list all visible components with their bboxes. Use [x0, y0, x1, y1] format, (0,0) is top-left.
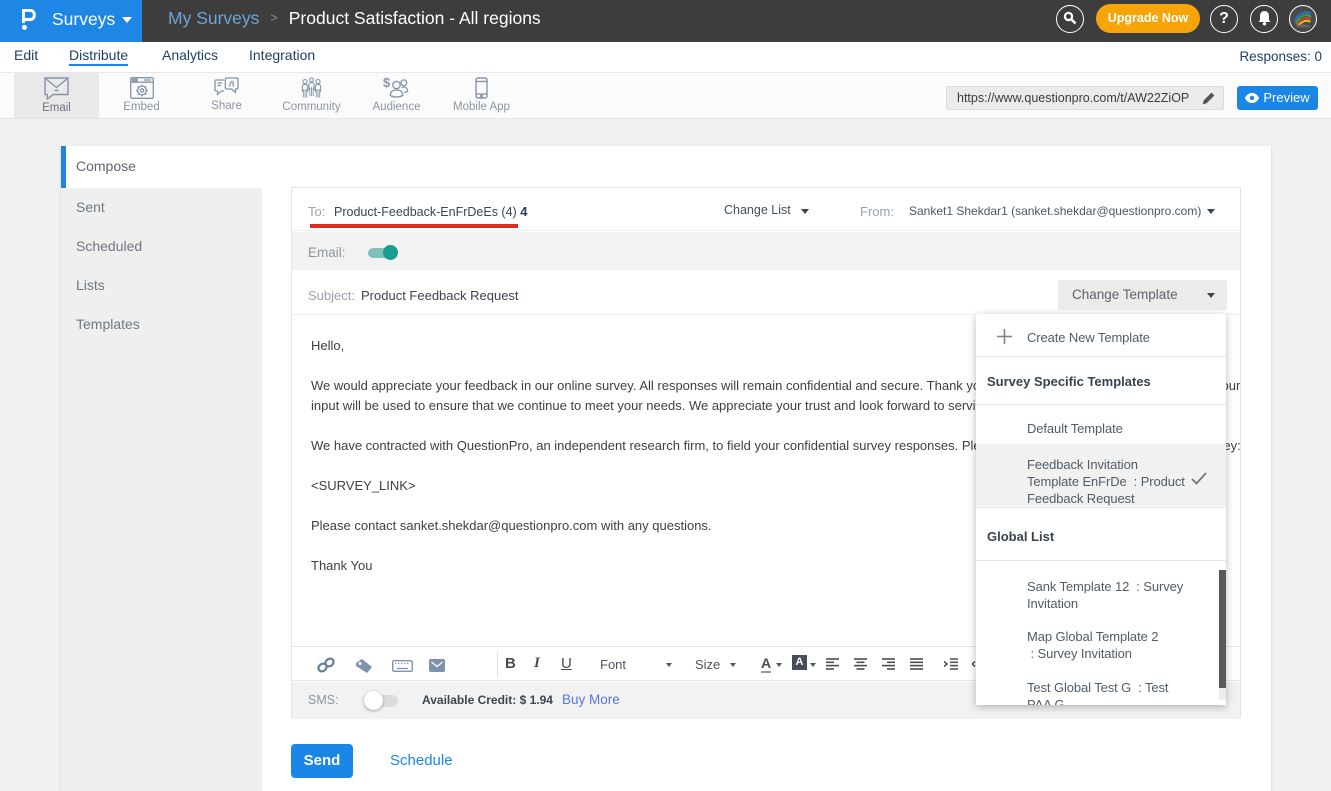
svg-text:$: $: [383, 77, 391, 90]
